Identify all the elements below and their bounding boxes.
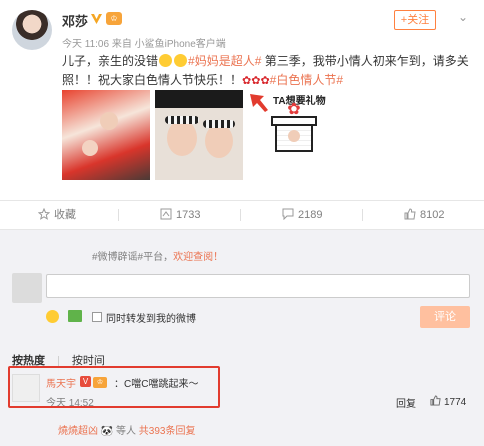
gift-box-icon — [275, 124, 313, 152]
chevron-down-icon[interactable]: ⌄ — [456, 10, 470, 24]
child-face — [205, 124, 233, 158]
divider — [240, 209, 241, 221]
thumbs-up-icon — [404, 208, 416, 220]
comment-count: 2189 — [298, 209, 323, 221]
like-button[interactable]: 8102 — [404, 201, 444, 229]
post-text-segment: 照！！祝大家白色情人节快乐！！ — [62, 73, 243, 87]
current-user-avatar — [12, 273, 42, 303]
topic-tag-link[interactable]: #妈妈是超人# — [188, 54, 261, 68]
repost-count: 1733 — [176, 209, 201, 221]
post-photo-2[interactable] — [155, 90, 243, 180]
topic-tag-link[interactable]: #白色情人节# — [270, 73, 343, 87]
emoji-icon[interactable] — [46, 310, 59, 323]
rose-icon: ✿ — [260, 75, 270, 87]
headband-bow — [165, 116, 199, 124]
emoji-icon — [174, 54, 188, 67]
comment-like-button[interactable]: 1774 — [430, 395, 466, 408]
follow-button[interactable]: +关注 — [394, 10, 436, 30]
headband-bow — [203, 120, 235, 128]
reply-user[interactable]: 燒燒超凶 — [58, 426, 98, 437]
verified-icon — [91, 14, 102, 24]
reply-button[interactable]: 回复 — [396, 395, 416, 410]
star-icon — [37, 207, 51, 220]
rumor-notice: #微博辟谣#平台，欢迎查阅！ — [92, 248, 223, 263]
reply-summary-text: 等人 — [116, 426, 139, 437]
comment-input[interactable] — [46, 274, 470, 298]
child-face — [100, 112, 118, 130]
child-face — [288, 130, 300, 142]
comment-panel: #微博辟谣#平台，欢迎查阅！ 同时转发到我的微博 评论 按热度 | 按时间 馬天宇 … — [0, 229, 484, 446]
post-text-segment: 儿子，亲生的没错 — [62, 54, 159, 68]
woman-face — [167, 120, 197, 156]
bow-icon: ✿ — [287, 101, 301, 118]
annotation-highlight-box — [8, 366, 220, 408]
post-text: 儿子，亲生的没错 #妈妈是超人# 第三季，我带小情人初来乍到，请多关 照！！祝大家… — [62, 52, 472, 91]
post-photo-1[interactable] — [62, 90, 150, 180]
image-icon[interactable] — [68, 310, 82, 322]
divider — [118, 209, 119, 221]
thumbs-up-icon — [430, 395, 441, 406]
post-actions-bar: 收藏 1733 2189 8102 — [0, 200, 484, 228]
submit-comment-button[interactable]: 评论 — [420, 306, 470, 328]
weibo-post: 邓莎 ♔ +关注 ⌄ 今天 11:06 来自 小鲨鱼iPhone客户端 儿子，亲… — [0, 0, 484, 230]
favorite-button[interactable]: 收藏 — [37, 201, 76, 229]
notice-text: #微博辟谣#平台， — [92, 252, 174, 263]
divider — [362, 209, 363, 221]
comment-icon — [282, 208, 294, 221]
repost-button[interactable]: 1733 — [160, 201, 200, 229]
post-text-segment: 第三季，我带小情人初来乍到，请多关 — [261, 54, 469, 68]
rose-icon: ✿ — [242, 75, 252, 87]
comment-like-count: 1774 — [444, 397, 467, 408]
emoji-icon — [159, 54, 173, 67]
author-avatar[interactable] — [12, 10, 52, 50]
panda-icon: 🐼 — [100, 426, 114, 437]
reply-summary[interactable]: 燒燒超凶 🐼 等人 共393条回复 — [58, 422, 195, 437]
reply-count-link[interactable]: 共393条回复 — [139, 426, 196, 437]
notice-link[interactable]: 欢迎查阅！ — [173, 252, 223, 263]
repost-icon — [160, 208, 172, 220]
repost-checkbox-label: 同时转发到我的微博 — [106, 314, 196, 325]
arrow-icon — [250, 94, 268, 112]
repost-checkbox[interactable] — [92, 312, 102, 322]
post-meta: 今天 11:06 来自 小鲨鱼iPhone客户端 — [62, 39, 226, 50]
like-count: 8102 — [420, 209, 445, 221]
author-name[interactable]: 邓莎 — [62, 11, 88, 30]
rose-icon: ✿ — [251, 75, 261, 87]
favorite-label: 收藏 — [54, 209, 76, 221]
woman-face — [82, 140, 98, 156]
vip-icon: ♔ — [106, 12, 122, 25]
comment-button[interactable]: 2189 — [282, 201, 322, 229]
